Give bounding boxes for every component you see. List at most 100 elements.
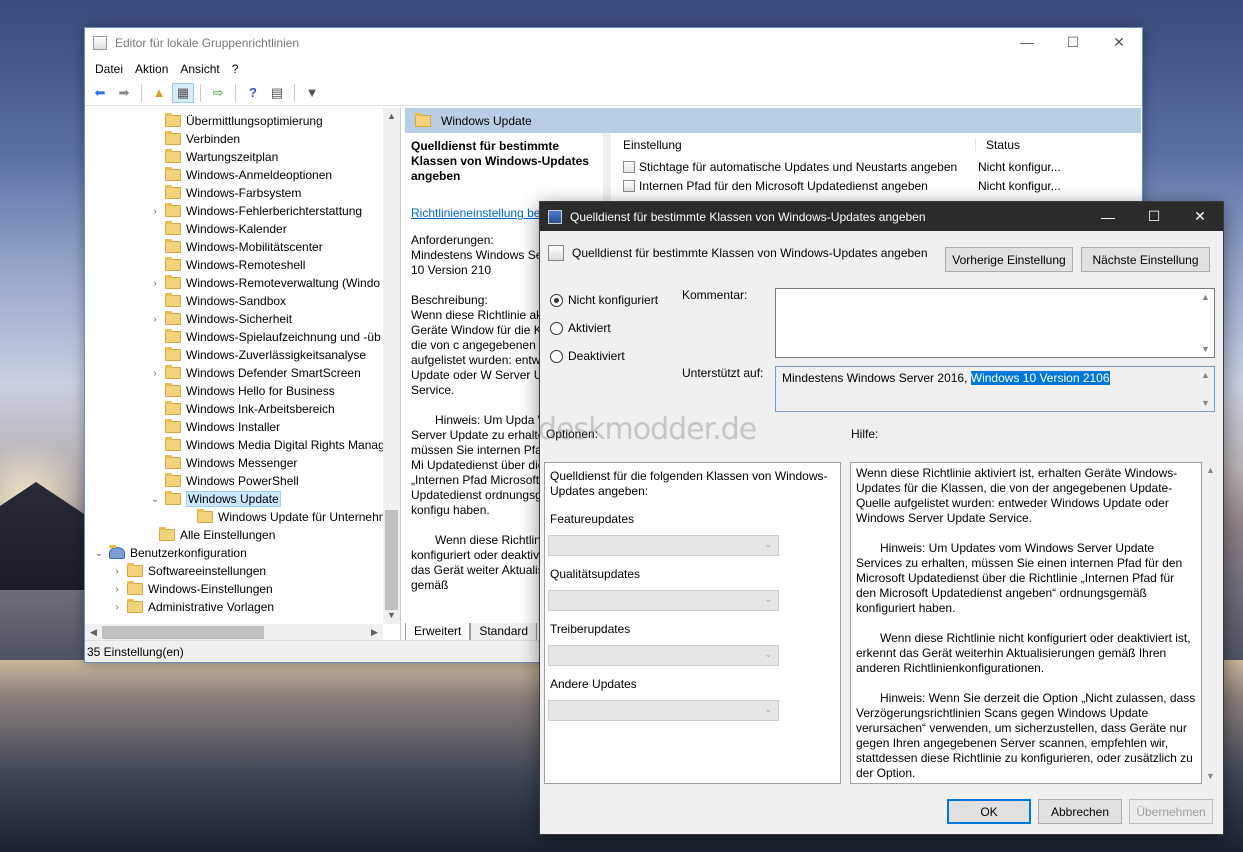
- chevron-right-icon[interactable]: ›: [149, 278, 161, 289]
- other-updates-select[interactable]: ⌄: [548, 700, 779, 721]
- tree-item[interactable]: Windows PowerShell: [149, 472, 299, 490]
- maximize-button[interactable]: ☐: [1131, 202, 1177, 231]
- chevron-right-icon[interactable]: ›: [111, 584, 123, 595]
- driver-updates-select[interactable]: ⌄: [548, 645, 779, 666]
- filter-icon[interactable]: ▼: [301, 83, 323, 103]
- help-panel: Wenn diese Richtlinie aktiviert ist, erh…: [850, 462, 1202, 784]
- tree-item[interactable]: Windows-Remoteshell: [149, 256, 305, 274]
- next-setting-button[interactable]: Nächste Einstellung: [1081, 247, 1210, 272]
- tree-item-label: Übermittlungsoptimierung: [186, 114, 323, 128]
- supported-text-selected: Windows 10 Version 2106: [970, 371, 1110, 385]
- tree-item[interactable]: Windows Hello for Business: [149, 382, 335, 400]
- tree-item[interactable]: Windows Update für Unternehme: [181, 508, 395, 526]
- column-setting[interactable]: Einstellung: [611, 138, 975, 152]
- radio-dot-icon: [550, 293, 563, 307]
- scroll-down-icon[interactable]: ▼: [383, 607, 400, 624]
- tree-item[interactable]: › Windows-Remoteverwaltung (Windo: [149, 274, 380, 292]
- close-button[interactable]: ✕: [1096, 28, 1142, 56]
- scroll-right-icon[interactable]: ▶: [366, 624, 383, 641]
- tree-item[interactable]: Windows-Anmeldeoptionen: [149, 166, 332, 184]
- tree-item[interactable]: Windows-Mobilitätscenter: [149, 238, 323, 256]
- supported-field[interactable]: Mindestens Windows Server 2016, Windows …: [775, 366, 1215, 412]
- chevron-right-icon[interactable]: ›: [149, 368, 161, 379]
- chevron-down-icon[interactable]: ⌄: [149, 494, 161, 505]
- scroll-left-icon[interactable]: ◀: [85, 624, 102, 641]
- list-item[interactable]: Stichtage für automatische Updates und N…: [611, 157, 1125, 176]
- column-status[interactable]: Status: [975, 138, 1055, 152]
- menu-bar: Datei Aktion Ansicht ?: [85, 58, 1142, 80]
- chevron-down-icon[interactable]: ⌄: [93, 548, 105, 559]
- help-text-4: Hinweis: Wenn Sie derzeit die Option „Ni…: [856, 691, 1196, 780]
- radio-disabled[interactable]: Deaktiviert: [550, 349, 625, 363]
- tree-item[interactable]: Alle Einstellungen: [143, 526, 275, 544]
- tree-item[interactable]: Windows Ink-Arbeitsbereich: [149, 400, 335, 418]
- minimize-button[interactable]: —: [1004, 28, 1050, 56]
- show-tree-icon[interactable]: ▦: [172, 82, 194, 103]
- export-list-icon[interactable]: ⇨: [207, 83, 229, 103]
- tree-item[interactable]: ⌄ Windows Update: [149, 490, 281, 508]
- radio-enabled[interactable]: Aktiviert: [550, 321, 611, 335]
- menu-help[interactable]: ?: [226, 62, 245, 76]
- up-folder-icon[interactable]: ▲: [148, 83, 170, 103]
- tree-item-label: Windows-Zuverlässigkeitsanalyse: [186, 348, 367, 362]
- tree-item[interactable]: Windows-Spielaufzeichnung und -üb: [149, 328, 381, 346]
- tree-item[interactable]: › Windows-Sicherheit: [149, 310, 292, 328]
- scroll-up-icon[interactable]: ▲: [383, 108, 400, 125]
- forward-icon[interactable]: ➡: [113, 83, 135, 103]
- help-scrollbar[interactable]: ▲ ▼: [1202, 462, 1219, 784]
- radio-label: Aktiviert: [568, 321, 611, 335]
- chevron-right-icon[interactable]: ›: [111, 602, 123, 613]
- tree-item[interactable]: Windows-Sandbox: [149, 292, 286, 310]
- menu-view[interactable]: Ansicht: [174, 62, 225, 76]
- tree-item[interactable]: Wartungszeitplan: [149, 148, 278, 166]
- tree-item[interactable]: Verbinden: [149, 130, 240, 148]
- radio-not-configured[interactable]: Nicht konfiguriert: [550, 293, 658, 307]
- tab-standard[interactable]: Standard: [470, 623, 538, 641]
- dialog-title-bar: Quelldienst für bestimmte Klassen von Wi…: [540, 202, 1223, 231]
- tree-item[interactable]: Windows-Zuverlässigkeitsanalyse: [149, 346, 366, 364]
- tree-item[interactable]: Windows-Kalender: [149, 220, 287, 238]
- back-icon[interactable]: ⬅: [89, 83, 111, 103]
- help-icon[interactable]: ?: [242, 83, 264, 103]
- hscroll-thumb[interactable]: [102, 626, 264, 639]
- tree-item[interactable]: › Windows Defender SmartScreen: [149, 364, 361, 382]
- chevron-right-icon[interactable]: ›: [149, 314, 161, 325]
- tree-vertical-scrollbar[interactable]: ▲ ▼: [383, 108, 400, 624]
- tree-item-label: Administrative Vorlagen: [148, 600, 275, 614]
- tree-item[interactable]: › Softwareeinstellungen: [111, 562, 266, 580]
- list-header: Einstellung Status: [611, 133, 1125, 157]
- supported-text: Mindestens Windows Server 2016,: [782, 371, 971, 385]
- tab-extended[interactable]: Erweitert: [405, 623, 471, 641]
- minimize-button[interactable]: —: [1085, 202, 1131, 231]
- feature-updates-select[interactable]: ⌄: [548, 535, 779, 556]
- watermark-logo: deskmodder.de: [538, 412, 757, 447]
- close-button[interactable]: ✕: [1177, 202, 1223, 231]
- quality-updates-select[interactable]: ⌄: [548, 590, 779, 611]
- tree-item[interactable]: Windows Messenger: [149, 454, 297, 472]
- tree-item[interactable]: › Administrative Vorlagen: [111, 598, 274, 616]
- tree-item[interactable]: › Windows-Fehlerberichterstattung: [149, 202, 362, 220]
- menu-action[interactable]: Aktion: [129, 62, 174, 76]
- maximize-button[interactable]: ☐: [1050, 28, 1096, 56]
- list-item[interactable]: Internen Pfad für den Microsoft Updatedi…: [611, 176, 1125, 195]
- menu-file[interactable]: Datei: [89, 62, 129, 76]
- detail-header: Windows Update: [405, 108, 1141, 133]
- tree-item[interactable]: Windows-Farbsystem: [149, 184, 301, 202]
- apply-button[interactable]: Übernehmen: [1129, 799, 1213, 824]
- chevron-right-icon[interactable]: ›: [111, 566, 123, 577]
- previous-setting-button[interactable]: Vorherige Einstellung: [945, 247, 1073, 272]
- properties-icon[interactable]: ▤: [266, 83, 288, 103]
- tree-item[interactable]: Windows Installer: [149, 418, 280, 436]
- comment-field[interactable]: ▲ ▼: [775, 288, 1215, 358]
- cancel-button[interactable]: Abbrechen: [1038, 799, 1122, 824]
- tree-item-label: Windows Installer: [186, 420, 281, 434]
- chevron-right-icon[interactable]: ›: [149, 206, 161, 217]
- tree-item[interactable]: › Windows-Einstellungen: [111, 580, 273, 598]
- tree-item-label: Windows-Sicherheit: [186, 312, 293, 326]
- tree-item[interactable]: Windows Media Digital Rights Manag: [149, 436, 385, 454]
- tree-item[interactable]: Übermittlungsoptimierung: [149, 112, 323, 130]
- tree-item[interactable]: ⌄ Benutzerkonfiguration: [93, 544, 247, 562]
- tree-horizontal-scrollbar[interactable]: ◀ ▶: [85, 624, 383, 641]
- scroll-thumb[interactable]: [385, 510, 398, 610]
- ok-button[interactable]: OK: [947, 799, 1031, 824]
